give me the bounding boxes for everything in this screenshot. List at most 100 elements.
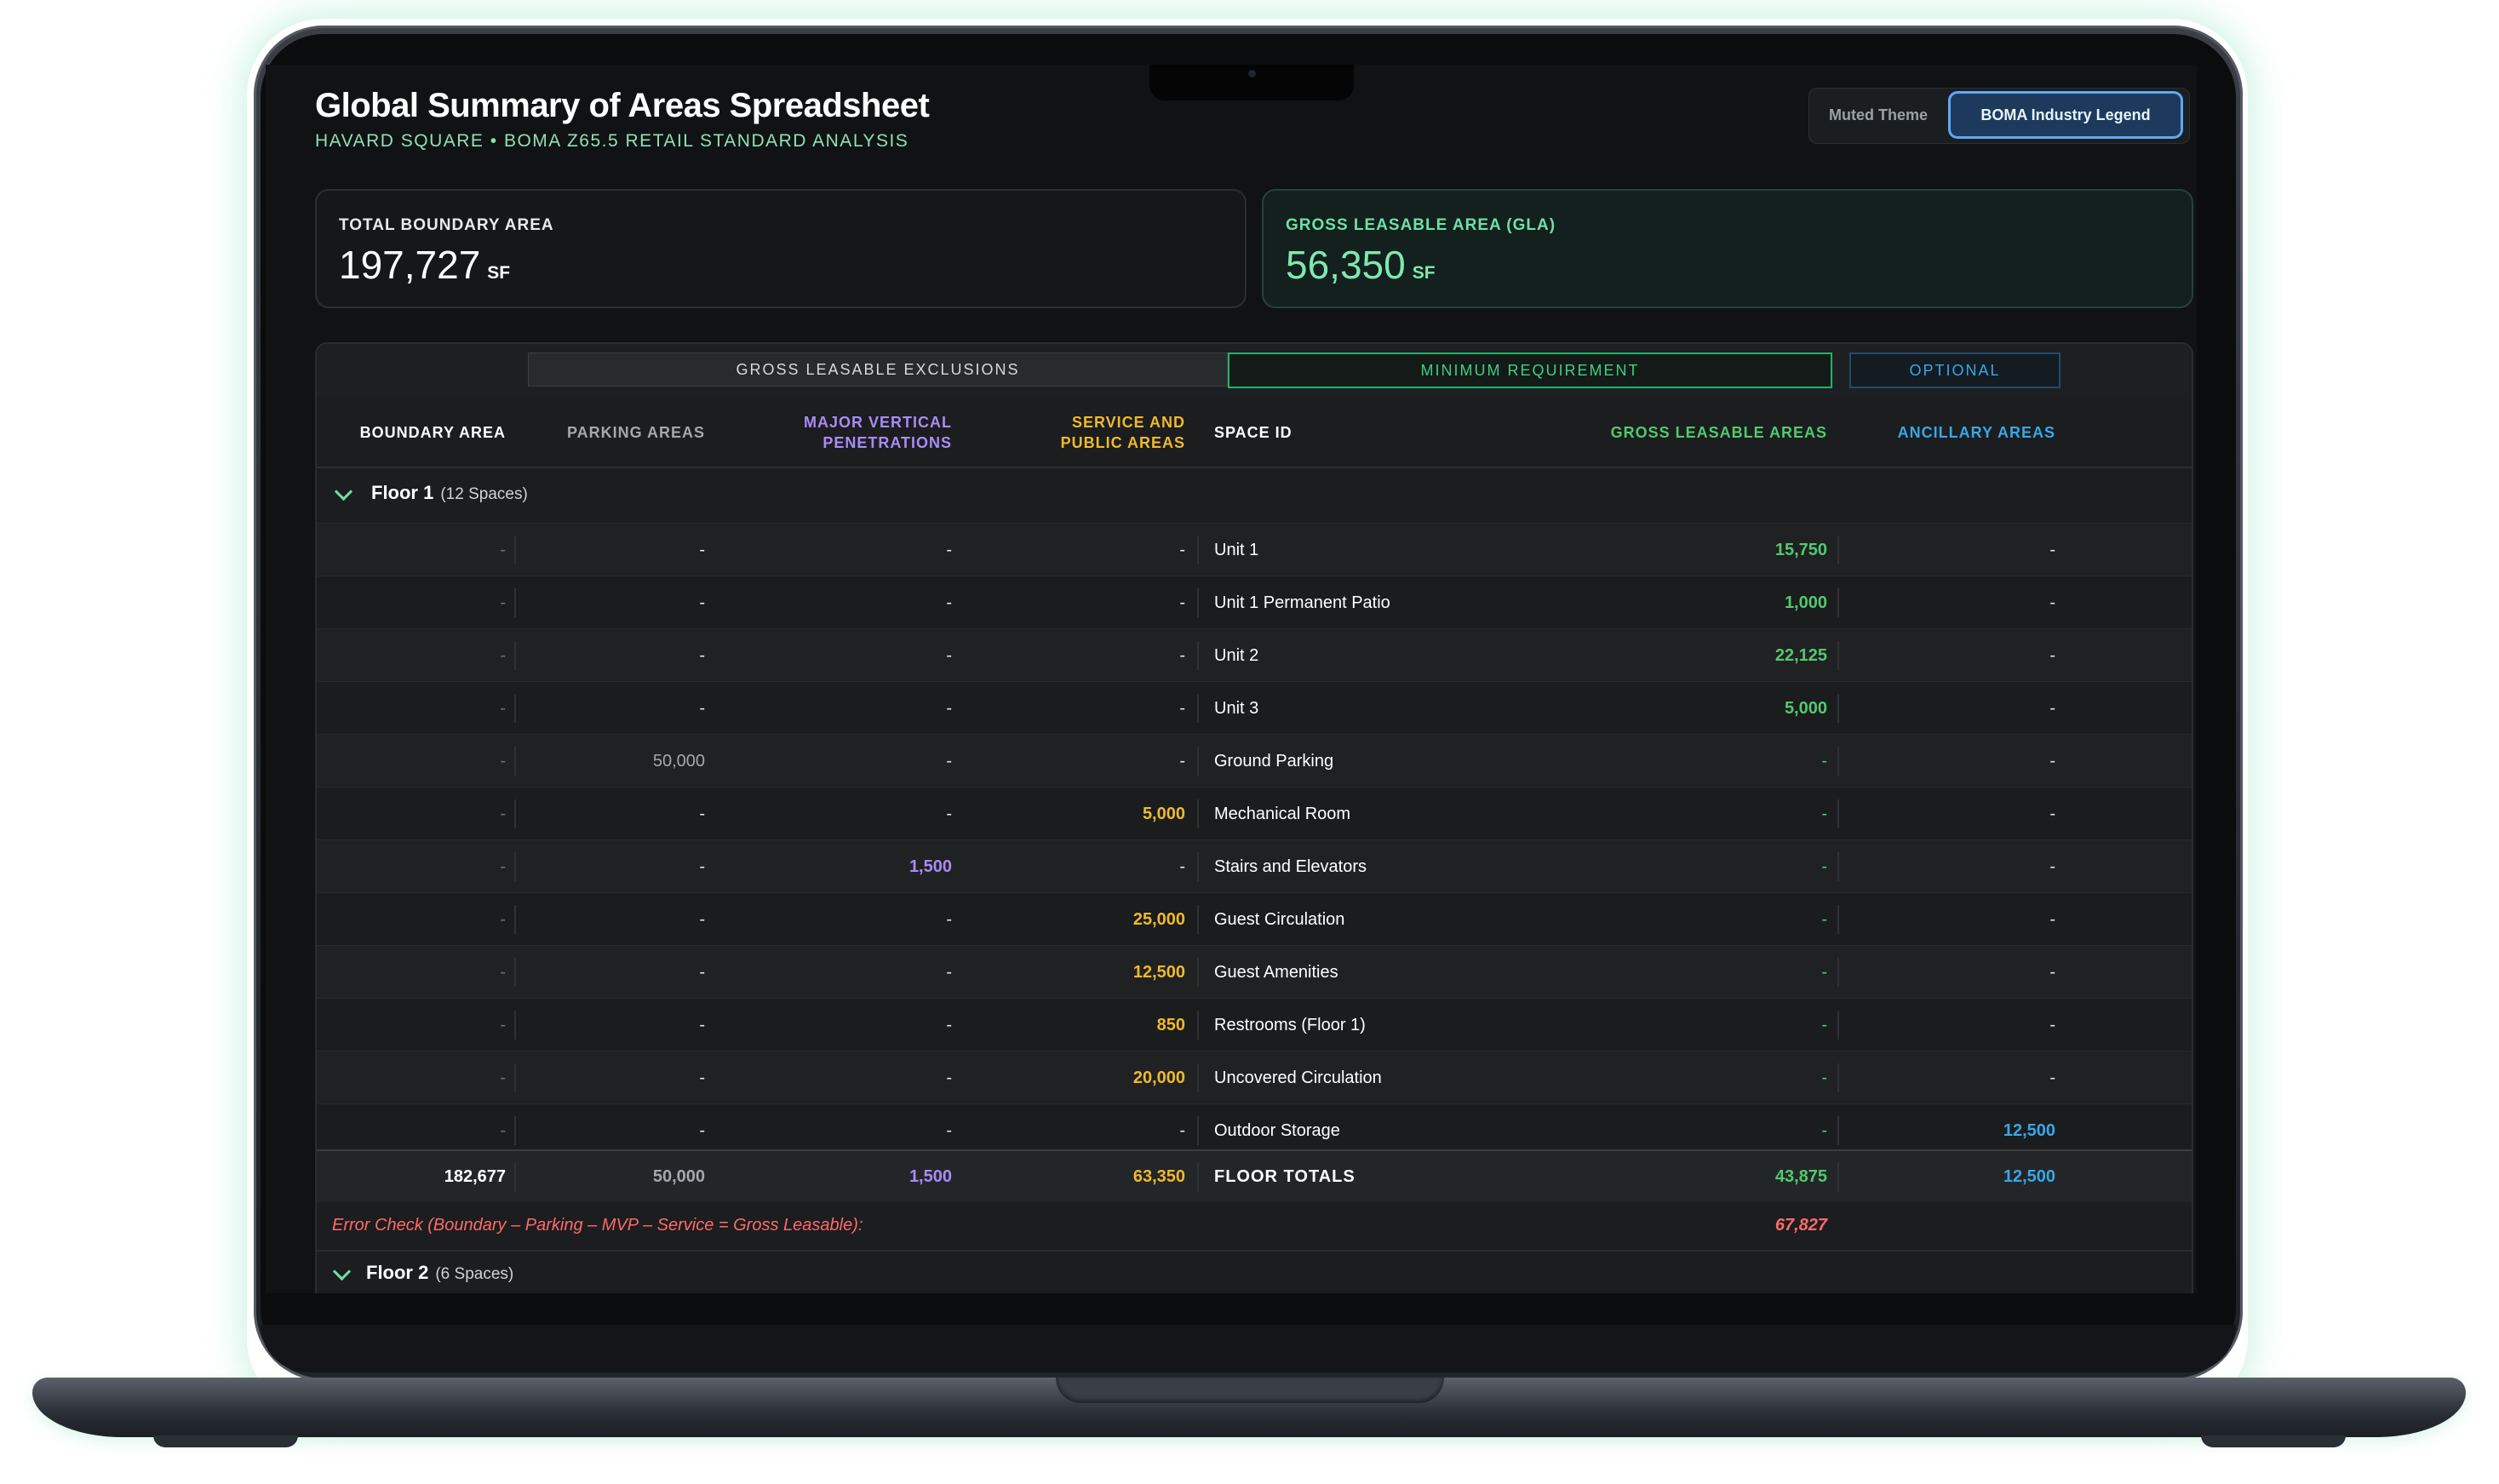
floor-1-label: Floor 1 (12 Spaces) bbox=[371, 482, 528, 504]
table-row[interactable]: - - - - Unit 2 22,125 - bbox=[317, 628, 2192, 682]
floor-2-toggle[interactable]: Floor 2 (6 Spaces) bbox=[317, 1252, 2192, 1293]
table-row[interactable]: - - - 25,000 Guest Circulation - - bbox=[317, 892, 2192, 946]
cell-boundary: - bbox=[500, 593, 506, 612]
page-title: Global Summary of Areas Spreadsheet bbox=[315, 87, 930, 124]
col-parking-areas: PARKING AREAS bbox=[566, 424, 705, 441]
cell-gla: - bbox=[1821, 857, 1827, 876]
cell-boundary: - bbox=[500, 857, 506, 876]
divider bbox=[1197, 905, 1199, 934]
divider bbox=[514, 536, 516, 564]
table-row[interactable]: - - - 12,500 Guest Amenities - - bbox=[317, 945, 2192, 999]
error-check-label: Error Check (Boundary – Parking – MVP – … bbox=[332, 1216, 863, 1235]
divider bbox=[1837, 958, 1839, 987]
total-mvp: 1,500 bbox=[908, 1167, 952, 1186]
cell-boundary: - bbox=[500, 1069, 506, 1087]
cell-gla: 22,125 bbox=[1774, 646, 1827, 665]
divider bbox=[1197, 747, 1199, 776]
divider bbox=[1837, 747, 1839, 776]
cell-ancillary: - bbox=[2049, 541, 2055, 559]
camera-icon bbox=[1248, 70, 1256, 77]
cell-gla: - bbox=[1821, 910, 1827, 929]
divider bbox=[514, 852, 516, 881]
total-boundary-value: 197,727 SF bbox=[339, 242, 510, 288]
cell-mvp: - bbox=[946, 910, 952, 929]
cell-boundary: - bbox=[500, 541, 506, 559]
muted-theme-button[interactable]: Muted Theme bbox=[1816, 94, 1940, 136]
divider bbox=[514, 1163, 516, 1192]
table-row[interactable]: - - 1,500 - Stairs and Elevators - - bbox=[317, 839, 2192, 893]
cell-boundary: - bbox=[500, 646, 506, 665]
cell-gla: - bbox=[1821, 963, 1827, 982]
divider bbox=[1837, 588, 1839, 617]
cell-gla: - bbox=[1821, 1069, 1827, 1087]
cell-boundary: - bbox=[500, 1016, 506, 1034]
divider bbox=[1837, 799, 1839, 828]
table-row[interactable]: - - - 850 Restrooms (Floor 1) - - bbox=[317, 998, 2192, 1051]
table-row[interactable]: - - - 20,000 Uncovered Circulation - - bbox=[317, 1051, 2192, 1104]
cell-mvp: - bbox=[946, 646, 952, 665]
error-check-value: 67,827 bbox=[1774, 1216, 1827, 1235]
cell-ancillary: - bbox=[2049, 805, 2055, 823]
divider bbox=[514, 1011, 516, 1040]
group-gross-leasable-exclusions: GROSS LEASABLE EXCLUSIONS bbox=[528, 352, 1228, 387]
table-row[interactable]: - 50,000 - - Ground Parking - - bbox=[317, 734, 2192, 788]
cell-ancillary: - bbox=[2049, 699, 2055, 718]
col-major-vertical-penetrations: MAJOR VERTICAL PENETRATIONS bbox=[803, 414, 952, 451]
divider bbox=[1837, 641, 1839, 670]
divider bbox=[1197, 536, 1199, 564]
cell-gla: - bbox=[1821, 805, 1827, 823]
cell-mvp: - bbox=[946, 699, 952, 718]
table-row[interactable]: - - - - Unit 1 15,750 - bbox=[317, 523, 2192, 576]
cell-space: Mechanical Room bbox=[1214, 805, 1351, 823]
cell-mvp: 1,500 bbox=[908, 857, 952, 876]
total-parking: 50,000 bbox=[652, 1167, 705, 1186]
table-row[interactable]: - - - - Unit 3 5,000 - bbox=[317, 681, 2192, 735]
cell-space: Guest Circulation bbox=[1214, 910, 1345, 929]
cell-service: - bbox=[1179, 699, 1185, 718]
divider bbox=[1837, 852, 1839, 881]
divider bbox=[1197, 799, 1199, 828]
areas-table: GROSS LEASABLE EXCLUSIONS MINIMUM REQUIR… bbox=[315, 342, 2193, 1293]
gla-value: 56,350 SF bbox=[1286, 242, 1436, 288]
col-gross-leasable-areas: GROSS LEASABLE AREAS bbox=[1610, 424, 1827, 441]
cell-ancillary: - bbox=[2049, 646, 2055, 665]
gla-unit: SF bbox=[1412, 263, 1436, 283]
cell-service: - bbox=[1179, 646, 1185, 665]
gla-card: GROSS LEASABLE AREA (GLA) 56,350 SF bbox=[1262, 189, 2193, 308]
floor-totals-row: 182,677 50,000 1,500 63,350 FLOOR TOTALS… bbox=[317, 1149, 2192, 1204]
laptop-foot-right bbox=[2201, 1435, 2346, 1447]
cell-ancillary: - bbox=[2049, 1069, 2055, 1087]
cell-service: 850 bbox=[1156, 1016, 1185, 1034]
cell-boundary: - bbox=[500, 752, 506, 771]
table-row[interactable]: - - - 5,000 Mechanical Room - - bbox=[317, 787, 2192, 840]
boma-legend-button[interactable]: BOMA Industry Legend bbox=[1951, 94, 2181, 136]
cell-parking: 50,000 bbox=[652, 752, 705, 771]
cell-ancillary: - bbox=[2049, 593, 2055, 612]
cell-gla: 1,000 bbox=[1784, 593, 1827, 612]
floor-1-toggle[interactable]: Floor 1 (12 Spaces) bbox=[317, 467, 2192, 523]
camera-notch bbox=[1149, 65, 1354, 100]
divider bbox=[1837, 1116, 1839, 1145]
col-service-public-areas: SERVICE AND PUBLIC AREAS bbox=[1060, 414, 1185, 451]
cell-parking: - bbox=[699, 910, 705, 929]
cell-ancillary: - bbox=[2049, 1016, 2055, 1034]
cell-parking: - bbox=[699, 699, 705, 718]
laptop-chin bbox=[261, 1325, 2236, 1372]
table-row[interactable]: - - - - Unit 1 Permanent Patio 1,000 - bbox=[317, 576, 2192, 629]
divider bbox=[514, 905, 516, 934]
chevron-down-icon bbox=[332, 1262, 352, 1281]
column-header-row: BOUNDARY AREA PARKING AREAS MAJOR VERTIC… bbox=[317, 397, 2192, 468]
cell-boundary: - bbox=[500, 963, 506, 982]
cell-service: 5,000 bbox=[1142, 805, 1185, 823]
cell-ancillary: - bbox=[2049, 752, 2055, 771]
column-group-bar: GROSS LEASABLE EXCLUSIONS MINIMUM REQUIR… bbox=[317, 344, 2192, 397]
total-ancillary: 12,500 bbox=[2003, 1167, 2055, 1186]
cell-space: Restrooms (Floor 1) bbox=[1214, 1016, 1366, 1034]
gla-number: 56,350 bbox=[1286, 243, 1406, 287]
divider bbox=[1197, 641, 1199, 670]
cell-service: - bbox=[1179, 593, 1185, 612]
divider bbox=[1197, 588, 1199, 617]
divider bbox=[1837, 694, 1839, 723]
divider bbox=[1197, 1163, 1199, 1192]
cell-gla: - bbox=[1821, 1016, 1827, 1034]
